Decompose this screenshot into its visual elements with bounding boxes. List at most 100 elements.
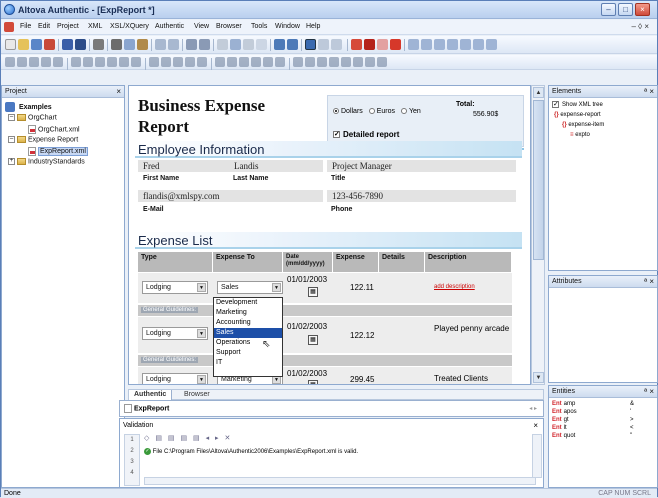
menu-xml[interactable]: XML [88, 23, 102, 30]
pane-close-icon[interactable]: ª × [644, 87, 654, 96]
toolbar-icon[interactable] [5, 57, 15, 67]
paste-icon[interactable] [137, 39, 148, 50]
entity-item[interactable]: Ent lt < [552, 425, 634, 431]
spellcheck-icon[interactable] [256, 39, 267, 50]
toolbar-icon[interactable] [149, 57, 159, 67]
toolbar-icon[interactable] [41, 57, 51, 67]
date-picker-icon[interactable]: ▦ [308, 335, 318, 345]
text-state-icon[interactable] [377, 39, 388, 50]
toolbar-icon[interactable] [53, 57, 63, 67]
check-wellformed-icon[interactable] [243, 39, 254, 50]
toolbar-icon[interactable] [263, 57, 273, 67]
enhanced-grid-icon[interactable] [434, 39, 445, 50]
currency-yen-radio[interactable]: Yen [401, 108, 421, 115]
open-folder-icon[interactable] [18, 39, 29, 50]
dropdown-option[interactable]: Operations [214, 338, 282, 348]
tree-item-examples[interactable]: Examples [5, 102, 52, 112]
insert-row-icon[interactable] [274, 39, 285, 50]
delete-icon[interactable] [351, 39, 362, 50]
dropdown-option[interactable]: IT [214, 358, 282, 368]
text-view-icon[interactable] [486, 39, 497, 50]
type-select[interactable]: Lodging ▼ [142, 373, 208, 384]
entity-item[interactable]: Ent apos ' [552, 409, 631, 415]
forward-icon[interactable] [390, 39, 401, 50]
mdi-controls[interactable]: – ◊ × [631, 22, 649, 31]
currency-dollars-radio[interactable]: Dollars [333, 108, 363, 115]
dropdown-option[interactable]: Development [214, 298, 282, 308]
maximize-button[interactable]: □ [618, 3, 633, 16]
entity-item[interactable]: Ent quot " [552, 433, 632, 439]
scroll-down-icon[interactable]: ▼ [533, 372, 544, 383]
validation-scrollbar[interactable] [532, 434, 542, 478]
title-field[interactable]: Project Manager [327, 160, 516, 173]
pane-close-icon[interactable]: ª × [644, 277, 654, 286]
tree-item-industrystandards[interactable]: + IndustryStandards [8, 158, 85, 165]
authentic-view-icon[interactable] [460, 39, 471, 50]
find-next-icon[interactable] [199, 39, 210, 50]
expense-to-dropdown-list[interactable]: Development Marketing Accounting Sales O… [213, 297, 283, 377]
cut-icon[interactable] [111, 39, 122, 50]
chevron-down-icon[interactable]: ▼ [197, 283, 206, 292]
date-value[interactable]: 01/02/2003 [287, 322, 327, 331]
entity-item[interactable]: Ent amp & [552, 401, 634, 407]
element-item[interactable]: ≡ expto [570, 132, 590, 138]
layout-icon[interactable] [408, 39, 419, 50]
menu-file[interactable]: File [20, 23, 31, 30]
redo-icon[interactable] [168, 39, 179, 50]
tab-browser[interactable]: Browser [179, 390, 215, 400]
type-select[interactable]: Lodging ▼ [142, 327, 208, 340]
toolbar-icon[interactable] [239, 57, 249, 67]
toolbar-icon[interactable] [95, 57, 105, 67]
toolbar-icon[interactable] [341, 57, 351, 67]
validation-toolbar[interactable]: ◇ ▤ ▤ ▤ ▤ ◂ ▸ ✕ [144, 434, 232, 442]
new-file-icon[interactable] [5, 39, 16, 50]
currency-euros-radio[interactable]: Euros [368, 108, 395, 115]
menu-browser[interactable]: Browser [216, 23, 242, 30]
scroll-thumb[interactable] [533, 100, 544, 260]
element-item[interactable]: {} expense-item [562, 122, 604, 128]
toolbar-icon[interactable] [119, 57, 129, 67]
validate-icon[interactable] [230, 39, 241, 50]
tab-expreport[interactable]: ExpReport [124, 404, 169, 413]
tab-authentic[interactable]: Authentic [129, 390, 173, 400]
find-icon[interactable] [186, 39, 197, 50]
markup-icon[interactable] [318, 39, 329, 50]
reload-icon[interactable] [44, 39, 55, 50]
menu-edit[interactable]: Edit [38, 23, 50, 30]
tree-item-expense-report[interactable]: – Expense Report [8, 136, 78, 143]
menu-xsl-xquery[interactable]: XSL/XQuery [110, 23, 149, 30]
undo-icon[interactable] [155, 39, 166, 50]
show-xml-tree-checkbox[interactable]: ✓ Show XML tree [552, 101, 603, 108]
menu-tools[interactable]: Tools [251, 23, 267, 30]
expense-value[interactable]: 299.45 [350, 375, 374, 384]
tree-item-expreport-xml[interactable]: ExpReport.xml [28, 147, 88, 157]
dropdown-option-selected[interactable]: Sales [214, 328, 282, 338]
toolbar-icon[interactable] [197, 57, 207, 67]
toolbar-icon[interactable] [365, 57, 375, 67]
markup-large-icon[interactable] [331, 39, 342, 50]
description-value[interactable]: Treated Clients [434, 374, 488, 383]
toolbar-icon[interactable] [215, 57, 225, 67]
table-icon[interactable] [305, 39, 316, 50]
toolbar-icon[interactable] [173, 57, 183, 67]
toolbar-icon[interactable] [293, 57, 303, 67]
toolbar-icon[interactable] [251, 57, 261, 67]
toolbar-icon[interactable] [275, 57, 285, 67]
document-icon[interactable] [4, 22, 14, 32]
back-icon[interactable] [364, 39, 375, 50]
toolbar-icon[interactable] [107, 57, 117, 67]
date-picker-icon[interactable]: ▦ [308, 380, 318, 384]
description-value[interactable]: Played penny arcade [434, 324, 512, 334]
close-button[interactable]: × [635, 3, 650, 16]
dropdown-option[interactable]: Accounting [214, 318, 282, 328]
entity-item[interactable]: Ent gt > [552, 417, 634, 423]
save-icon[interactable] [62, 39, 73, 50]
menu-authentic[interactable]: Authentic [155, 23, 184, 30]
detailed-report-checkbox[interactable]: ✓ Detailed report [333, 130, 399, 139]
date-value[interactable]: 01/02/2003 [287, 369, 327, 378]
toolbar-icon[interactable] [71, 57, 81, 67]
save-all-icon[interactable] [75, 39, 86, 50]
toolbar-icon[interactable] [317, 57, 327, 67]
tree-item-orgchart-xml[interactable]: OrgChart.xml [28, 125, 80, 134]
last-name-field[interactable]: Landis [229, 160, 323, 173]
